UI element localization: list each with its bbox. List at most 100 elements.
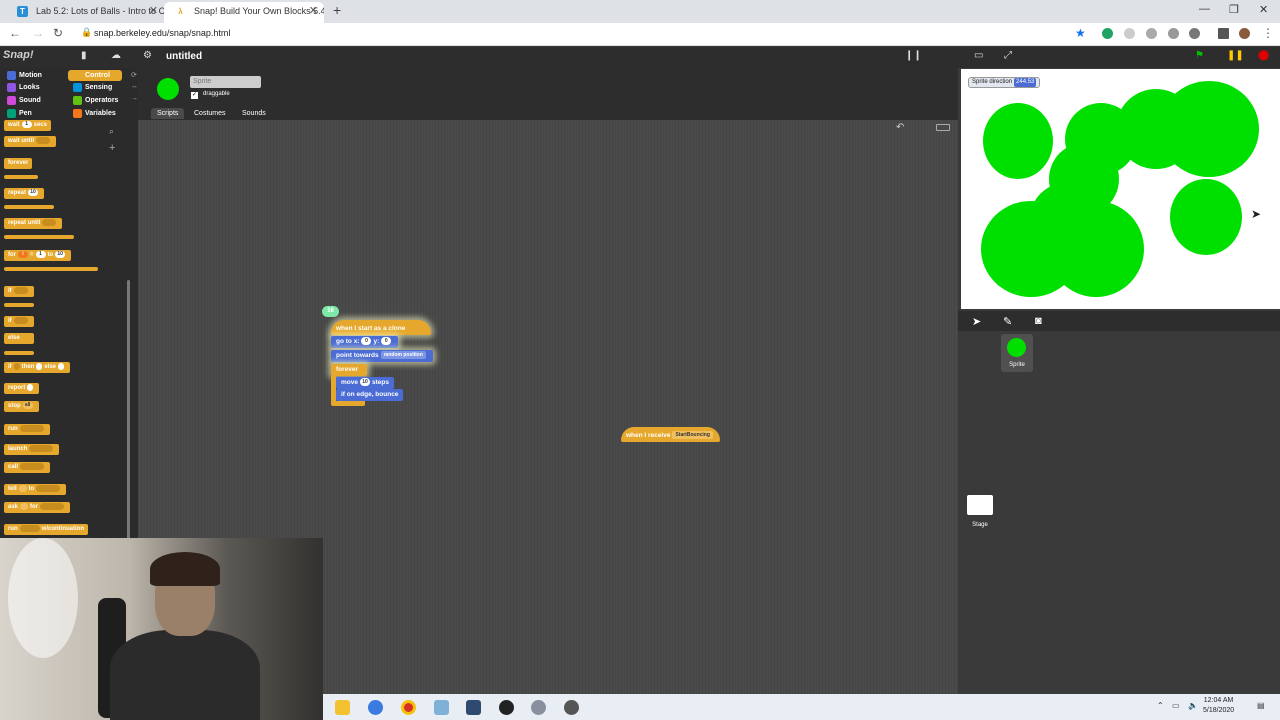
screen: T Lab 5.2: Lots of Balls - Intro to Co ✕… <box>0 0 1280 720</box>
reload-icon[interactable]: ↻ <box>53 26 63 40</box>
palette-block-wait-secs[interactable]: wait 1 secs <box>4 120 52 131</box>
minimize-icon[interactable]: — <box>1199 3 1210 15</box>
block-palette: Motion Control Looks Sensing Sound Opera… <box>0 68 130 538</box>
sprite-thumbnail-label: Sprite <box>1009 362 1025 368</box>
go-to-xy-block[interactable]: go to x: 0 y: 0 <box>331 336 399 348</box>
tab-sounds[interactable]: Sounds <box>236 108 272 119</box>
point-towards-block[interactable]: point towards random position <box>331 350 433 362</box>
chrome-icon[interactable] <box>401 700 416 715</box>
notifications-icon[interactable]: ▤ <box>1257 701 1265 710</box>
rotation-style-icon[interactable]: ⟳ <box>131 71 137 79</box>
file-explorer-icon[interactable] <box>335 700 350 715</box>
tab-snap[interactable]: λ Snap! Build Your Own Blocks 5.4 ✕ <box>164 2 324 23</box>
extension-icon[interactable] <box>1102 28 1113 39</box>
palette-block-ask[interactable]: ask for <box>4 502 71 513</box>
category-pen[interactable]: Pen <box>2 108 64 119</box>
back-icon[interactable]: ← <box>9 26 21 40</box>
photos-icon[interactable] <box>466 700 481 715</box>
cloud-icon[interactable]: ☁ <box>111 50 121 61</box>
tab-costumes[interactable]: Costumes <box>188 108 232 119</box>
pause-key-icon[interactable]: ❙❙ <box>905 50 922 61</box>
obs-icon[interactable] <box>499 700 514 715</box>
palette-block-launch[interactable]: launch <box>4 444 60 455</box>
when-start-as-clone-hat[interactable]: when I start as a clone <box>331 320 431 335</box>
snap-logo[interactable]: Snap! <box>3 49 35 65</box>
forward-icon[interactable]: → <box>32 26 44 40</box>
bounce-block[interactable]: if on edge, bounce <box>336 389 404 401</box>
when-i-receive-hat[interactable]: when I receive StartBouncing <box>621 427 720 442</box>
palette-block-if[interactable]: if <box>4 286 34 297</box>
sprite-name-field[interactable]: Sprite <box>190 76 261 88</box>
sprite-direction-watcher[interactable]: Sprite direction 244.53 <box>968 77 1041 88</box>
palette-block-repeat[interactable]: repeat 10 <box>4 188 45 199</box>
file-icon[interactable]: ▮ <box>81 50 87 61</box>
extension-icon[interactable] <box>1124 28 1135 39</box>
pause-icon[interactable]: ❚❚ <box>1227 50 1244 61</box>
avatar[interactable] <box>1239 28 1250 39</box>
window-close-icon[interactable]: ✕ <box>1259 3 1268 16</box>
taskbar-clock[interactable]: 12:04 AM 5/18/2020 <box>1203 696 1234 716</box>
media-icon[interactable] <box>1218 28 1229 39</box>
add-turtle-icon[interactable]: ➤ <box>972 315 981 328</box>
palette-block-stop[interactable]: stop all <box>4 401 39 412</box>
search-icon[interactable]: ⌕ <box>109 126 114 137</box>
menu-icon[interactable]: ⋮ <box>1262 26 1274 40</box>
gear-icon[interactable]: ⚙ <box>143 50 152 61</box>
stage-thumbnail-label: Stage <box>972 522 988 528</box>
tab-scripts[interactable]: Scripts <box>151 108 185 119</box>
rotation-lr-icon[interactable]: ↔ <box>131 83 138 90</box>
person-body <box>110 630 260 720</box>
add-block-icon[interactable]: + <box>109 142 115 154</box>
snap-top-bar: Snap! ▮ ☁ ⚙ untitled ❙❙ ▭ ⤢ ⚑ ❚❚ ⬤ <box>0 47 1280 68</box>
extension-icon[interactable] <box>1189 28 1200 39</box>
network-icon[interactable]: ▭ <box>1172 701 1180 710</box>
paint-brush-icon[interactable]: ✎ <box>1003 315 1012 328</box>
draggable-checkbox[interactable]: ✓ <box>191 92 198 99</box>
tab-lab[interactable]: T Lab 5.2: Lots of Balls - Intro to Co ✕ <box>6 2 164 23</box>
category-variables[interactable]: Variables <box>68 108 122 119</box>
category-looks[interactable]: Looks <box>2 82 64 93</box>
palette-block-repeat-until[interactable]: repeat until <box>4 218 63 229</box>
bookmark-star-icon[interactable]: ★ <box>1075 26 1086 40</box>
category-control[interactable]: Control <box>68 70 122 81</box>
edge-icon[interactable] <box>368 700 383 715</box>
stage-size-icon[interactable]: ▭ <box>974 50 983 61</box>
palette-block-run-continuation[interactable]: run w/continuation <box>4 524 88 535</box>
camera-icon[interactable]: ◙ <box>1035 315 1042 327</box>
forever-block[interactable]: forever <box>331 364 367 376</box>
palette-block-report[interactable]: report <box>4 383 40 394</box>
palette-block-forever[interactable]: forever <box>4 158 33 169</box>
palette-block-run[interactable]: run <box>4 424 50 435</box>
volume-icon[interactable]: 🔈 <box>1188 701 1198 710</box>
palette-block-if-then-else[interactable]: if then else <box>4 362 71 373</box>
move-steps-block[interactable]: move 10 steps <box>336 377 394 389</box>
app-icon[interactable] <box>434 700 449 715</box>
fullscreen-icon[interactable]: ⤢ <box>1004 50 1012 61</box>
stop-icon[interactable]: ⬤ <box>1258 50 1269 61</box>
green-flag-icon[interactable]: ⚑ <box>1195 50 1204 61</box>
category-sensing[interactable]: Sensing <box>68 82 122 93</box>
tray-chevron-icon[interactable]: ⌃ <box>1157 701 1164 710</box>
keyboard-icon[interactable] <box>936 124 950 131</box>
palette-block-tell[interactable]: tell to <box>4 484 67 495</box>
category-operators[interactable]: Operators <box>68 95 122 106</box>
app-icon[interactable] <box>531 700 546 715</box>
category-motion[interactable]: Motion <box>2 70 64 81</box>
stage-thumbnail[interactable] <box>967 495 993 515</box>
undo-icon[interactable]: ↶ <box>896 122 904 133</box>
close-tab-icon[interactable]: ✕ <box>309 2 318 20</box>
stage[interactable] <box>961 69 1280 309</box>
palette-block-call[interactable]: call <box>4 462 51 473</box>
category-sound[interactable]: Sound <box>2 95 64 106</box>
extension-icon[interactable] <box>1168 28 1179 39</box>
new-tab-button[interactable]: + <box>333 2 341 18</box>
palette-block-wait-until[interactable]: wait until <box>4 136 56 147</box>
extension-icon[interactable] <box>1146 28 1157 39</box>
palette-block-for[interactable]: for i = 1 to 10 <box>4 250 72 261</box>
palette-block-if-else[interactable]: if <box>4 316 34 327</box>
rotation-none-icon[interactable]: → <box>131 95 138 102</box>
settings-icon[interactable] <box>564 700 579 715</box>
url-field[interactable]: snap.berkeley.edu/snap/snap.html <box>94 28 230 38</box>
restore-icon[interactable]: ❐ <box>1229 3 1239 16</box>
close-tab-icon[interactable]: ✕ <box>149 2 158 20</box>
